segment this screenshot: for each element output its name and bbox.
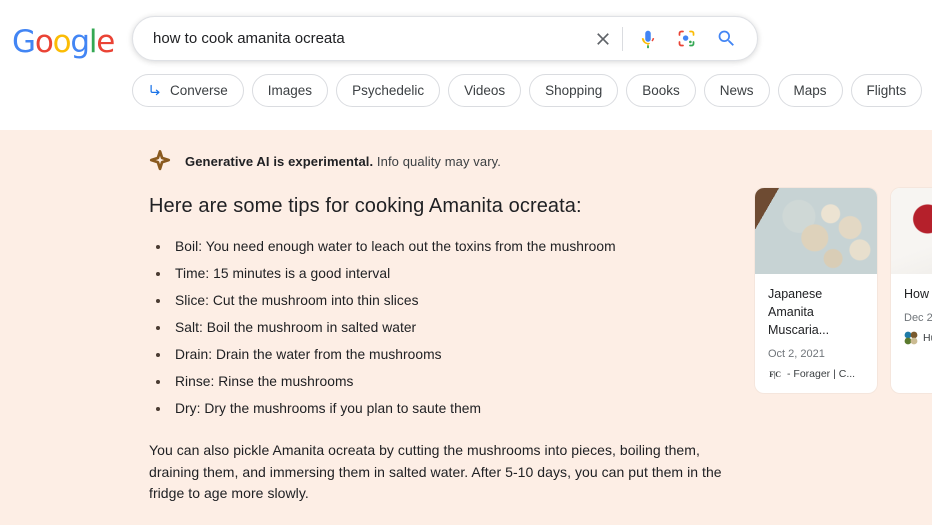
search-results-page: Google how to cook amanita ocreata Conve… (0, 0, 932, 525)
logo-letter: g (70, 24, 90, 60)
four-circle-favicon (904, 331, 918, 345)
search-box[interactable] (132, 16, 758, 61)
favicon-text: F|C (769, 369, 781, 379)
search-input[interactable] (133, 30, 588, 47)
source-card-source-label: - Forager | C... (787, 368, 856, 380)
source-card-body: Japanese Amanita Muscaria... Oct 2, 2021… (755, 274, 877, 393)
converse-arrow-icon (148, 83, 163, 98)
list-item: Slice: Cut the mushroom into thin slices (149, 292, 709, 310)
list-item: Drain: Drain the water from the mushroom… (149, 346, 709, 364)
ai-headline: Here are some tips for cooking Amanita o… (149, 195, 582, 217)
clear-icon[interactable] (588, 24, 618, 54)
chip-videos[interactable]: Videos (448, 74, 522, 107)
chip-label: Psychedelic (352, 83, 425, 98)
source-card-title: Japanese Amanita Muscaria... (768, 287, 830, 337)
ai-disclaimer: Generative AI is experimental. Info qual… (149, 150, 501, 172)
ai-tips-list: Boil: You need enough water to leach out… (149, 238, 709, 427)
search-submit-icon[interactable] (711, 24, 741, 54)
search-icons-divider (622, 26, 623, 51)
logo-letter: o (34, 24, 54, 60)
logo-letter: G (12, 24, 36, 60)
source-card[interactable]: How Eat A Musc Dec 24 (891, 188, 932, 393)
chip-psychedelic[interactable]: Psychedelic (336, 74, 441, 107)
chip-flights[interactable]: Flights (850, 74, 923, 107)
sparkle-icon (149, 150, 171, 172)
source-card-date: Oct 2, 2021 (768, 348, 825, 360)
chip-label: Shopping (545, 83, 603, 98)
source-card-source: Hu (904, 331, 932, 345)
chip-label: Maps (793, 83, 827, 98)
chip-news[interactable]: News (703, 74, 770, 107)
chip-shopping[interactable]: Shopping (529, 74, 619, 107)
red-berry-food-thumbnail (891, 188, 932, 274)
microphone-icon[interactable] (633, 24, 663, 54)
chip-converse[interactable]: Converse (132, 74, 244, 107)
list-item: Dry: Dry the mushrooms if you plan to sa… (149, 400, 709, 418)
sliced-mushrooms-on-plate-thumbnail (755, 188, 877, 274)
chip-label: Converse (170, 83, 228, 98)
source-card[interactable]: Japanese Amanita Muscaria... Oct 2, 2021… (755, 188, 877, 393)
list-item: Rinse: Rinse the mushrooms (149, 373, 709, 391)
ai-source-cards: Japanese Amanita Muscaria... Oct 2, 2021… (755, 188, 932, 393)
list-item: Salt: Boil the mushroom in salted water (149, 319, 709, 337)
search-box-icons (588, 24, 757, 54)
page-header: Google how to cook amanita ocreata Conve… (0, 0, 932, 130)
chip-label: Flights (866, 83, 907, 98)
ai-disclaimer-rest: Info quality may vary. (373, 153, 501, 169)
list-item: Boil: You need enough water to leach out… (149, 238, 709, 256)
ai-summary-paragraph: You can also pickle Amanita ocreata by c… (149, 442, 722, 501)
source-card-title: How Eat A Musc (904, 287, 932, 301)
chip-label: Books (642, 83, 680, 98)
chip-images[interactable]: Images (251, 74, 329, 107)
ai-overview-panel: Generative AI is experimental. Info qual… (0, 130, 932, 525)
chip-maps[interactable]: Maps (777, 74, 843, 107)
source-card-body: How Eat A Musc Dec 24 (891, 274, 932, 357)
chip-label: News (719, 83, 754, 98)
source-card-date: Dec 24 (904, 312, 932, 324)
list-item: Time: 15 minutes is a good interval (149, 265, 709, 283)
logo-letter: e (96, 24, 115, 60)
ai-disclaimer-text: Generative AI is experimental. Info qual… (185, 154, 501, 169)
chip-label: Images (267, 83, 313, 98)
chip-books[interactable]: Books (626, 74, 696, 107)
google-lens-icon[interactable] (671, 24, 701, 54)
google-logo[interactable]: Google (12, 24, 115, 60)
source-card-source-label: Hu (923, 332, 932, 344)
logo-letter: o (52, 24, 72, 60)
forager-chef-favicon: F|C (768, 367, 782, 381)
ai-disclaimer-bold: Generative AI is experimental. (185, 153, 374, 169)
search-filter-chips: Converse Images Psychedelic Videos Shopp… (132, 74, 923, 107)
source-card-source: F|C - Forager | C... (768, 367, 866, 381)
chip-label: Videos (464, 83, 506, 98)
